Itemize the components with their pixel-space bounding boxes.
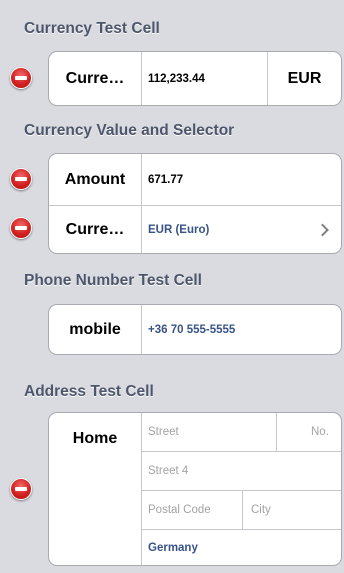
currency-test-header: Currency Test Cell (24, 20, 160, 37)
amount-value-field[interactable]: 671.77 (142, 154, 341, 205)
delete-minus-icon[interactable] (10, 478, 32, 500)
phone-label: mobile (69, 320, 121, 338)
currency-code-button[interactable]: EUR (268, 52, 341, 105)
chevron-right-icon (316, 223, 329, 236)
address-test-card: Home Street No. Street 4 Postal Code Cit… (48, 412, 342, 566)
number-field[interactable]: No. (277, 413, 341, 451)
city-field[interactable]: City (243, 491, 341, 529)
currency-value-selector-card: Amount 671.77 Curre… EUR (Euro) (48, 153, 342, 254)
phone-value-field[interactable]: +36 70 555-5555 (142, 305, 341, 354)
street-field[interactable]: Street (142, 413, 276, 451)
currency-label: Curre… (65, 69, 125, 87)
postal-code-field[interactable]: Postal Code (142, 491, 242, 529)
street2-field[interactable]: Street 4 (142, 452, 341, 490)
currency-selector-row[interactable]: Curre… EUR (Euro) (49, 206, 341, 253)
amount-label: Amount (64, 170, 126, 188)
phone-test-header: Phone Number Test Cell (24, 272, 202, 289)
address-label: Home (72, 429, 118, 447)
currency-selector-value: EUR (Euro) (148, 223, 210, 236)
delete-minus-icon[interactable] (10, 168, 32, 190)
country-selector[interactable]: Germany (142, 530, 341, 565)
currency-selector-label: Curre… (65, 220, 125, 238)
address-test-header: Address Test Cell (24, 383, 154, 400)
currency-test-card: Curre… 112,233.44 EUR (48, 51, 342, 106)
currency-value-selector-header: Currency Value and Selector (24, 122, 235, 139)
delete-minus-icon[interactable] (10, 67, 32, 89)
delete-minus-icon[interactable] (10, 217, 32, 239)
phone-test-card: mobile +36 70 555-5555 (48, 304, 342, 355)
currency-value-field[interactable]: 112,233.44 (142, 52, 267, 105)
